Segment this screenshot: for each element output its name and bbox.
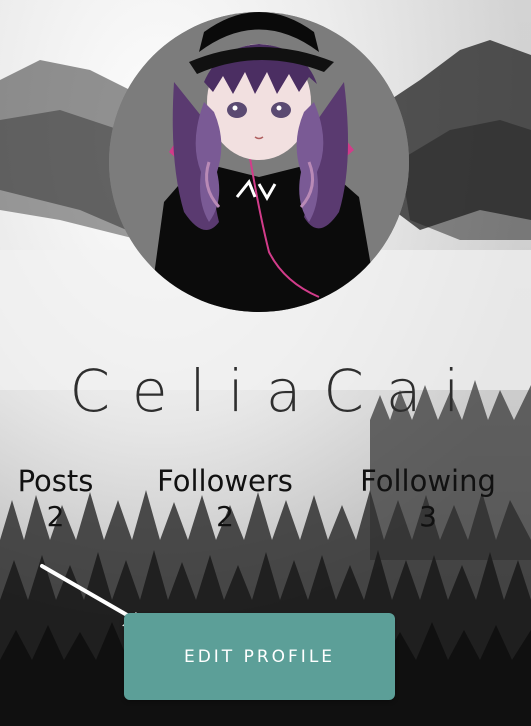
- stat-posts-count: 2: [46, 500, 65, 533]
- stat-posts-label: Posts: [17, 464, 94, 498]
- anime-girl-avatar-icon: [109, 12, 409, 312]
- stat-followers-count: 2: [216, 500, 234, 533]
- profile-avatar[interactable]: [109, 12, 409, 312]
- stat-followers[interactable]: Followers 2: [146, 465, 304, 537]
- stat-following[interactable]: Following 3: [346, 465, 510, 537]
- stat-followers-label: Followers: [157, 464, 293, 498]
- profile-username: CeliaCai: [69, 357, 482, 425]
- stat-following-label: Following: [360, 464, 496, 498]
- stat-following-count: 3: [419, 500, 437, 533]
- stat-posts[interactable]: Posts 2: [8, 465, 103, 537]
- edit-profile-button[interactable]: EDIT PROFILE: [124, 613, 395, 700]
